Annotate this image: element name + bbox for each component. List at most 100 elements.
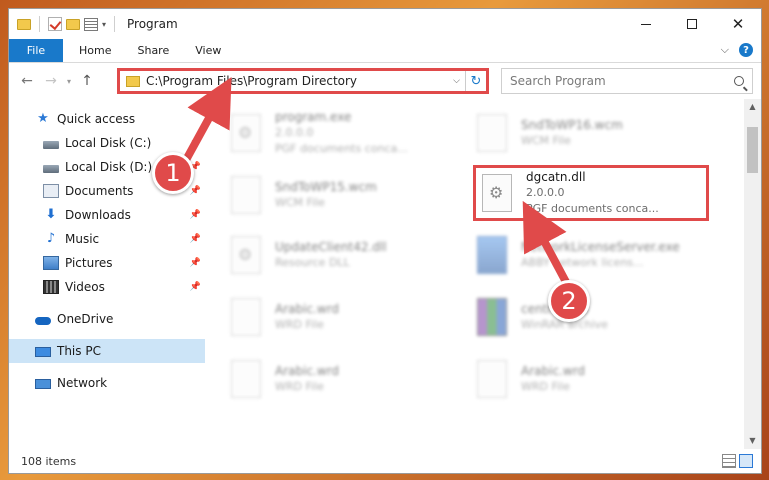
file-icon [231,360,261,398]
refresh-icon[interactable]: ↻ [466,74,486,89]
file-name: NetworkLicenseServer.exe [521,240,680,254]
address-row: ← → ▾ ↑ C:\Program Files\Program Directo… [9,63,761,99]
minimize-button[interactable] [623,9,669,39]
explorer-window: ▾ Program ✕ File Home Share View ⌵ ? ← →… [8,8,762,474]
customize-caret-icon[interactable]: ▾ [102,20,106,29]
list-item[interactable]: NetworkLicenseServer.exe ABBY network lic… [477,227,713,283]
properties-check-icon[interactable] [48,17,62,31]
properties-icon[interactable] [84,17,98,31]
folder-icon [17,18,31,30]
nav-label: This PC [57,344,101,358]
nav-label: Documents [65,184,134,198]
list-item[interactable]: central.cabWinRAR archive [477,289,713,345]
back-arrow-icon[interactable]: ← [15,73,39,89]
archive-file-icon [477,298,507,336]
tab-view[interactable]: View [182,39,234,62]
pin-icon[interactable]: 📌 [190,138,201,148]
music-icon: ♪ [46,231,56,246]
nav-label: Videos [65,280,105,294]
nav-quick-access[interactable]: ★ Quick access [9,107,205,131]
minimize-icon [641,23,651,25]
nav-item-this-pc[interactable]: This PC [9,339,205,363]
pin-icon[interactable]: 📌 [190,258,201,268]
list-item[interactable]: SndToWP15.wcm WCM File [231,167,467,223]
list-item[interactable]: program.exe 2.0.0.0 PGF documents conca... [231,105,467,161]
nav-item-network[interactable]: Network [9,371,205,395]
folder-icon [126,75,140,87]
vertical-scrollbar[interactable]: ▲ ▼ [744,99,761,449]
file-detail: WRD File [275,380,324,393]
file-name: Arabic.wrd [275,364,340,378]
title-bar: ▾ Program ✕ [9,9,761,39]
videos-icon [43,280,59,294]
list-item-highlighted[interactable]: dgcatn.dll 2.0.0.0 PGF documents conca... [473,165,709,221]
tab-home[interactable]: Home [63,39,124,62]
file-name: UpdateClient42.dll [275,240,387,254]
file-name: SndToWP16.wcm [521,118,623,132]
toolbar-divider [114,16,116,32]
file-detail: PGF documents conca... [275,142,408,155]
nav-label: Network [57,376,108,390]
disk-icon [43,140,59,149]
main-area: ★ Quick access Local Disk (C:) 📌 Local D… [9,99,761,449]
tab-file[interactable]: File [9,39,63,62]
tiles-view-icon[interactable] [739,454,753,468]
address-bar[interactable]: C:\Program Files\Program Directory ⌵ ↻ [117,68,489,94]
network-icon [35,378,51,389]
nav-label: Downloads [65,208,131,222]
file-detail: WCM File [521,134,571,147]
file-detail: WRD File [521,380,570,393]
search-icon[interactable] [734,76,744,86]
scroll-down-icon[interactable]: ▼ [744,433,761,449]
nav-label: Quick access [57,112,136,126]
expand-ribbon-icon[interactable]: ⌵ [721,43,729,57]
nav-item-pictures[interactable]: Pictures 📌 [9,251,205,275]
nav-item-onedrive[interactable]: OneDrive [9,307,205,331]
new-folder-icon[interactable] [66,18,80,30]
file-detail: WRD File [275,318,324,331]
search-input[interactable]: Search Program [501,68,753,94]
file-name: SndToWP15.wcm [275,180,377,194]
ribbon-tabs: File Home Share View ⌵ ? [9,39,761,63]
nav-label: Pictures [65,256,113,270]
address-path[interactable]: C:\Program Files\Program Directory [146,74,448,88]
forward-arrow-icon[interactable]: → [39,73,63,89]
callout-two: 2 [548,280,590,322]
maximize-icon [687,19,697,29]
list-item[interactable]: Arabic.wrd WRD File [231,289,467,345]
pin-icon[interactable]: 📌 [190,282,201,292]
address-dropdown-icon[interactable]: ⌵ [448,71,466,91]
list-item[interactable]: SndToWP16.wcm WCM File [477,105,713,161]
file-detail: WCM File [275,196,325,209]
scroll-up-icon[interactable]: ▲ [744,99,761,115]
pin-icon[interactable]: 📌 [190,210,201,220]
file-detail: 2.0.0.0 [526,186,565,199]
cloud-icon [35,317,51,325]
list-item[interactable]: UpdateClient42.dll Resource DLL [231,227,467,283]
nav-item-videos[interactable]: Videos 📌 [9,275,205,299]
nav-label: Local Disk (D:) [65,160,153,174]
maximize-button[interactable] [669,9,715,39]
pin-icon[interactable]: 📌 [190,186,201,196]
file-name: dgcatn.dll [526,170,586,184]
quick-access-toolbar: ▾ [9,16,119,32]
list-item[interactable]: Arabic.wrd WRD File [477,351,713,407]
help-icon[interactable]: ? [739,43,753,57]
up-arrow-icon[interactable]: ↑ [75,73,99,89]
file-icon [477,360,507,398]
close-button[interactable]: ✕ [715,9,761,39]
status-bar: 108 items [9,449,761,473]
file-detail: ABBY network licens... [521,256,644,269]
recent-locations-caret-icon[interactable]: ▾ [63,77,75,86]
file-list: program.exe 2.0.0.0 PGF documents conca...… [205,99,761,449]
tab-share[interactable]: Share [124,39,182,62]
pin-icon[interactable]: 📌 [190,234,201,244]
window-title: Program [127,17,178,31]
file-icon [231,176,261,214]
file-detail: Resource DLL [275,256,350,269]
list-item[interactable]: Arabic.wrd WRD File [231,351,467,407]
nav-item-downloads[interactable]: ⬇ Downloads 📌 [9,203,205,227]
nav-item-music[interactable]: ♪ Music 📌 [9,227,205,251]
scroll-thumb[interactable] [747,127,758,173]
details-view-icon[interactable] [722,454,736,468]
